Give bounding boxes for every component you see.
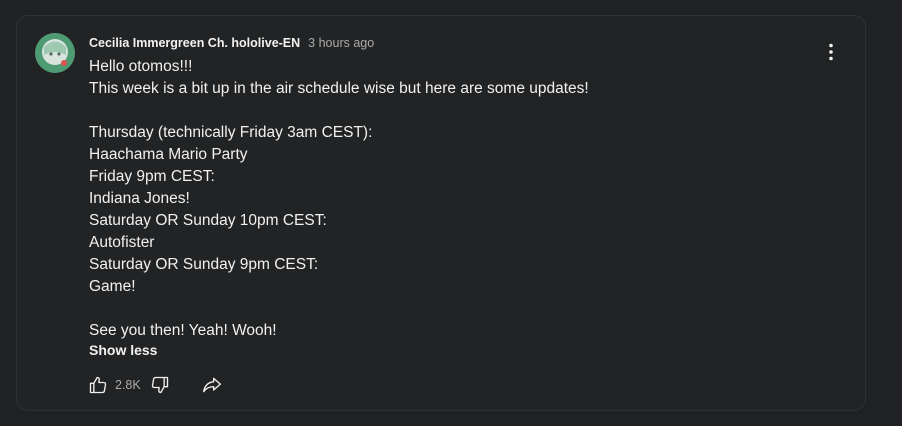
dislike-button[interactable]	[149, 374, 171, 396]
avatar[interactable]	[35, 33, 75, 73]
thumbs-down-icon	[151, 376, 168, 394]
comment-line: Autofister	[89, 234, 155, 251]
comment-header: Cecilia Immergreen Ch. hololive-EN 3 hou…	[89, 34, 374, 52]
thumbs-up-icon	[89, 376, 107, 394]
comment-line: Saturday OR Sunday 9pm CEST:	[89, 256, 319, 273]
comment-line	[89, 298, 809, 320]
like-count: 2.8K	[115, 378, 141, 392]
share-icon	[202, 377, 221, 393]
comment-actions: 2.8K	[87, 374, 223, 396]
comment-line: Haachama Mario Party	[89, 146, 248, 163]
share-button[interactable]	[201, 374, 223, 396]
more-vert-icon	[829, 43, 833, 61]
comment-line	[89, 100, 809, 122]
more-options-button[interactable]	[819, 38, 843, 66]
comment-body: Hello otomos!!! This week is a bit up in…	[89, 56, 809, 342]
comment-line: Indiana Jones!	[89, 190, 190, 207]
comment-card: Cecilia Immergreen Ch. hololive-EN 3 hou…	[16, 15, 866, 411]
author-name[interactable]: Cecilia Immergreen Ch. hololive-EN	[89, 36, 300, 50]
timestamp[interactable]: 3 hours ago	[308, 36, 374, 50]
comment-line: Friday 9pm CEST:	[89, 168, 215, 185]
comment-line: See you then! Yeah! Wooh!	[89, 322, 277, 339]
show-less-button[interactable]: Show less	[89, 342, 157, 358]
comment-line: Game!	[89, 278, 136, 295]
comment-line: This week is a bit up in the air schedul…	[89, 80, 589, 97]
comment-line: Hello otomos!!!	[89, 58, 193, 75]
like-button[interactable]	[87, 374, 109, 396]
comment-line: Saturday OR Sunday 10pm CEST:	[89, 212, 327, 229]
comment-line: Thursday (technically Friday 3am CEST):	[89, 124, 373, 141]
